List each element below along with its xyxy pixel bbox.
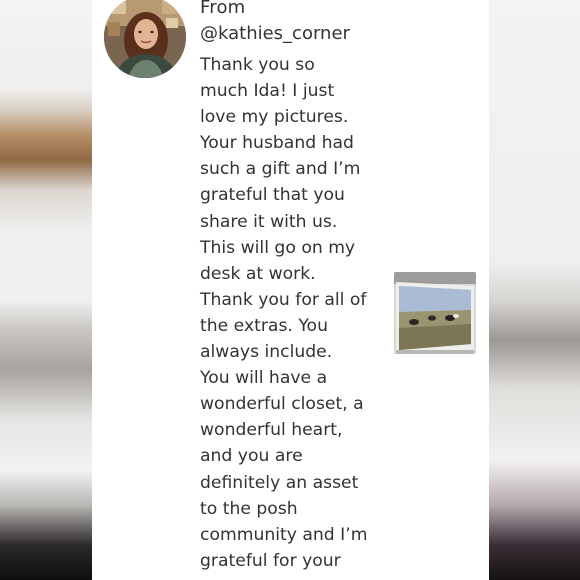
blurred-backdrop-right bbox=[488, 0, 580, 580]
message-line: such a gift and I’m bbox=[200, 159, 361, 180]
message-line: Thank you so bbox=[200, 55, 315, 75]
message-line: grateful that you bbox=[200, 185, 345, 206]
message-line: much Ida! I just bbox=[200, 81, 335, 102]
message-line: love my pictures. bbox=[200, 107, 349, 128]
message-line: This will go on my bbox=[200, 237, 356, 258]
message-line: grateful for your bbox=[200, 550, 341, 571]
from-label: From bbox=[200, 0, 246, 18]
screenshot-frame: From @kathies_corner Thank you so much I… bbox=[0, 0, 580, 580]
message-line: You will have a bbox=[200, 368, 328, 389]
message-line: Thank you for all of bbox=[200, 289, 367, 310]
message-line: Your husband had bbox=[200, 133, 354, 154]
user-avatar[interactable] bbox=[104, 0, 186, 78]
attached-photo[interactable] bbox=[394, 272, 476, 354]
comment-message: Thank you so much Ida! I just love my pi… bbox=[200, 52, 378, 574]
username-link[interactable]: @kathies_corner bbox=[200, 22, 350, 46]
message-line: community and I’m bbox=[200, 524, 368, 545]
message-line: share it with us. bbox=[200, 211, 338, 232]
message-line: definitely an asset bbox=[200, 472, 359, 493]
landscape-photo-icon bbox=[394, 272, 476, 354]
message-line: always include. bbox=[200, 342, 333, 363]
message-line: and you are bbox=[200, 446, 303, 467]
comment-panel: From @kathies_corner Thank you so much I… bbox=[92, 0, 489, 580]
message-line: the extras. You bbox=[200, 315, 328, 336]
message-line: to the posh bbox=[200, 498, 298, 519]
avatar-photo-icon bbox=[104, 0, 186, 78]
message-line: wonderful heart, bbox=[200, 420, 343, 441]
message-line: desk at work. bbox=[200, 263, 316, 284]
message-line: wonderful closet, a bbox=[200, 394, 364, 415]
